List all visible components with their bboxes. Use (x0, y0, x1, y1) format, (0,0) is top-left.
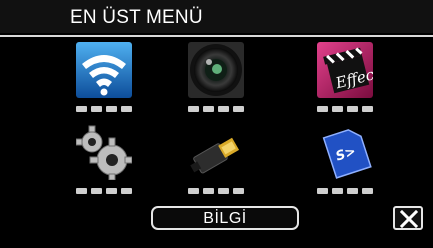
filmstrip-dots (317, 106, 373, 114)
menu-item-effect[interactable]: Effect (305, 42, 385, 130)
wifi-icon (76, 42, 132, 98)
hdmi-connector-icon (188, 124, 244, 180)
effect-clapperboard-icon: Effect (317, 42, 373, 98)
info-button[interactable]: BİLGİ (151, 206, 299, 230)
menu-item-settings[interactable] (64, 124, 144, 212)
filmstrip-dots (188, 106, 244, 114)
close-button[interactable] (393, 206, 423, 230)
filmstrip-dots (76, 188, 132, 196)
title-bar: EN ÜST MENÜ (0, 0, 433, 33)
menu-item-wifi[interactable] (64, 42, 144, 130)
page-title: EN ÜST MENÜ (70, 7, 203, 28)
camera-lens-icon (188, 42, 244, 98)
close-icon (400, 210, 418, 228)
filmstrip-dots (188, 188, 244, 196)
filmstrip-dots (76, 106, 132, 114)
menu-item-camera[interactable] (176, 42, 256, 130)
title-divider (0, 35, 433, 37)
menu-item-media[interactable]: S> (305, 124, 385, 212)
sd-card-icon: S> (317, 124, 373, 180)
gear-settings-icon (76, 124, 132, 180)
menu-item-connection[interactable] (176, 124, 256, 212)
filmstrip-dots (317, 188, 373, 196)
